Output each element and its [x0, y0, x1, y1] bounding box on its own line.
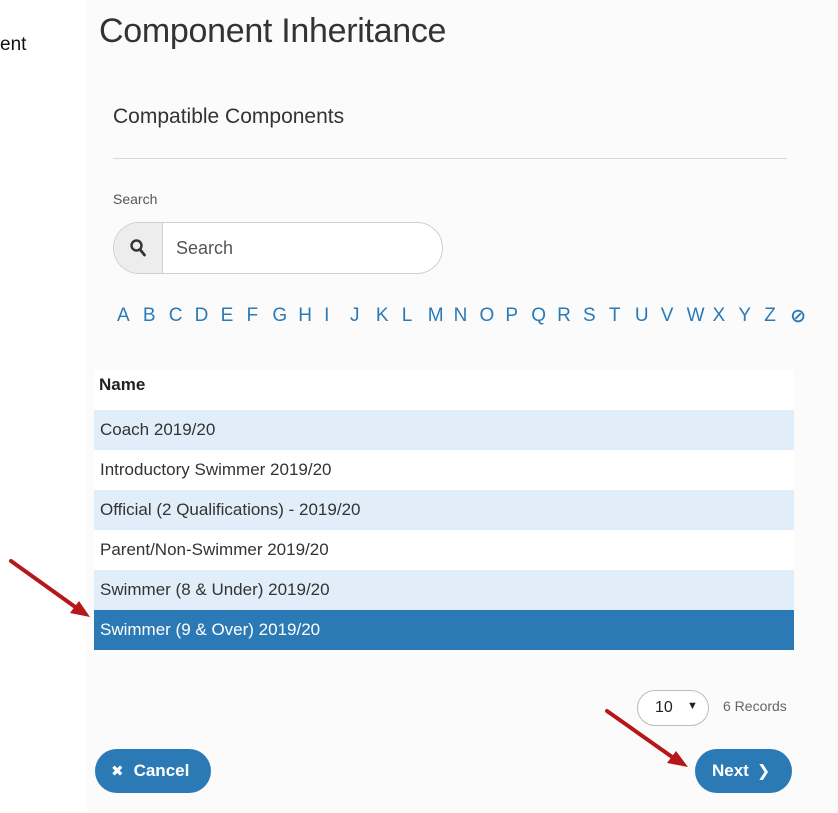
letter-filter-p[interactable]: P: [505, 305, 531, 328]
letter-filter-e[interactable]: E: [221, 305, 247, 328]
search-field: [113, 222, 443, 274]
table-row[interactable]: Swimmer (8 & Under) 2019/20: [94, 570, 794, 610]
letter-filter-g[interactable]: G: [272, 305, 298, 328]
caret-down-icon: ▼: [687, 700, 698, 712]
letter-filter-q[interactable]: Q: [531, 305, 557, 328]
table-row-selected[interactable]: Swimmer (9 & Over) 2019/20: [94, 610, 794, 650]
letter-filter-j[interactable]: J: [350, 305, 376, 328]
page-size-value: 10: [655, 699, 673, 716]
divider: [113, 158, 787, 159]
letter-filter-a[interactable]: A: [117, 305, 143, 328]
letter-filter-t[interactable]: T: [609, 305, 635, 328]
alphabet-filter: A B C D E F G H I J K L M N O P Q R S T U V W X Y Z ⊘: [117, 305, 816, 328]
cropped-text-fragment: ent: [0, 34, 27, 55]
page-title: Component Inheritance: [99, 12, 447, 50]
clear-filter-icon[interactable]: ⊘: [790, 305, 816, 328]
page-size-select[interactable]: 10 ▼: [637, 690, 709, 726]
table-row[interactable]: Official (2 Qualifications) - 2019/20: [94, 490, 794, 530]
cancel-button[interactable]: ✖ Cancel: [95, 749, 211, 793]
chevron-right-icon: ❯: [756, 763, 771, 780]
letter-filter-d[interactable]: D: [195, 305, 221, 328]
section-subtitle: Compatible Components: [113, 105, 345, 128]
table-row[interactable]: Parent/Non-Swimmer 2019/20: [94, 530, 794, 570]
column-header-name[interactable]: Name: [94, 370, 794, 410]
letter-filter-v[interactable]: V: [661, 305, 687, 328]
letter-filter-n[interactable]: N: [454, 305, 480, 328]
search-icon[interactable]: [114, 223, 163, 273]
letter-filter-c[interactable]: C: [169, 305, 195, 328]
table-row[interactable]: Introductory Swimmer 2019/20: [94, 450, 794, 490]
letter-filter-r[interactable]: R: [557, 305, 583, 328]
letter-filter-u[interactable]: U: [635, 305, 661, 328]
letter-filter-w[interactable]: W: [687, 305, 713, 328]
annotation-arrow-selected-row: [9, 559, 90, 617]
letter-filter-k[interactable]: K: [376, 305, 402, 328]
components-table: Name Coach 2019/20 Introductory Swimmer 2…: [94, 370, 794, 650]
record-count: 6 Records: [723, 698, 787, 714]
letter-filter-x[interactable]: X: [712, 305, 738, 328]
letter-filter-i[interactable]: I: [324, 305, 350, 328]
next-button[interactable]: Next ❯: [695, 749, 792, 793]
letter-filter-z[interactable]: Z: [764, 305, 790, 328]
letter-filter-h[interactable]: H: [298, 305, 324, 328]
search-input[interactable]: [162, 223, 442, 273]
close-icon: ✖: [111, 763, 124, 780]
search-label: Search: [113, 191, 158, 207]
letter-filter-o[interactable]: O: [479, 305, 505, 328]
letter-filter-l[interactable]: L: [402, 305, 428, 328]
table-row[interactable]: Coach 2019/20: [94, 410, 794, 450]
letter-filter-s[interactable]: S: [583, 305, 609, 328]
letter-filter-b[interactable]: B: [143, 305, 169, 328]
letter-filter-m[interactable]: M: [428, 305, 454, 328]
next-button-label: Next: [712, 761, 749, 780]
letter-filter-f[interactable]: F: [246, 305, 272, 328]
cancel-button-label: Cancel: [133, 761, 190, 780]
letter-filter-y[interactable]: Y: [738, 305, 764, 328]
